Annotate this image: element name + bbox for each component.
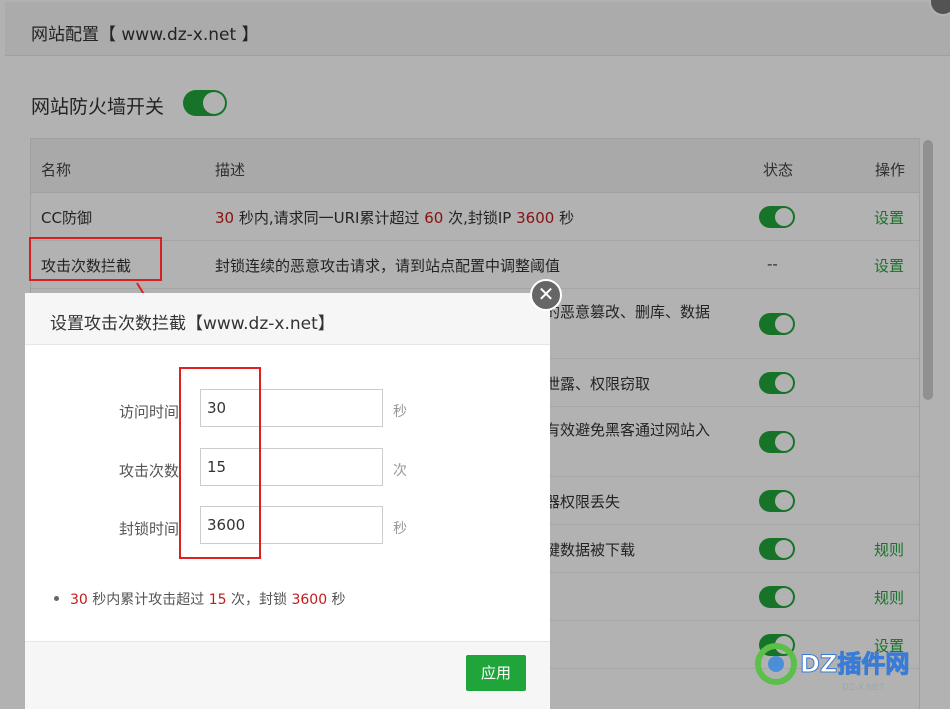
attack-count-modal: 设置攻击次数拦截【www.dz-x.net】 [25,293,550,709]
close-icon[interactable]: ✕ [530,279,562,311]
logo-subtext: DZ-X.NET [842,683,885,693]
block-time-label: 封锁时间 [119,520,180,538]
logo-dot-icon [768,656,784,672]
apply-button[interactable]: 应用 [466,655,526,691]
note-text: 秒内累计攻击超过 [87,592,209,608]
block-time-unit: 秒 [393,521,407,537]
logo-text: DZ插件网 [800,650,909,678]
note-count: 15 [208,592,227,608]
modal-title: 设置攻击次数拦截【www.dz-x.net】 [50,314,335,334]
note-text: 秒 [327,592,346,608]
note-block-seconds: 3600 [291,592,328,608]
note-text: 次，封锁 [226,592,292,608]
summary-note: 30 秒内累计攻击超过 15 次，封锁 3600 秒 [54,589,346,609]
attack-count-unit: 次 [393,463,407,479]
annotation-box-inputs [179,367,261,559]
dz-plugin-logo: DZ插件网 DZ-X.NET [755,643,910,693]
attack-count-label: 攻击次数 [119,462,180,480]
note-seconds: 30 [70,592,88,608]
visit-time-label: 访问时间 [119,403,180,421]
modal-header: 设置攻击次数拦截【www.dz-x.net】 [25,293,550,345]
visit-time-unit: 秒 [393,404,407,420]
